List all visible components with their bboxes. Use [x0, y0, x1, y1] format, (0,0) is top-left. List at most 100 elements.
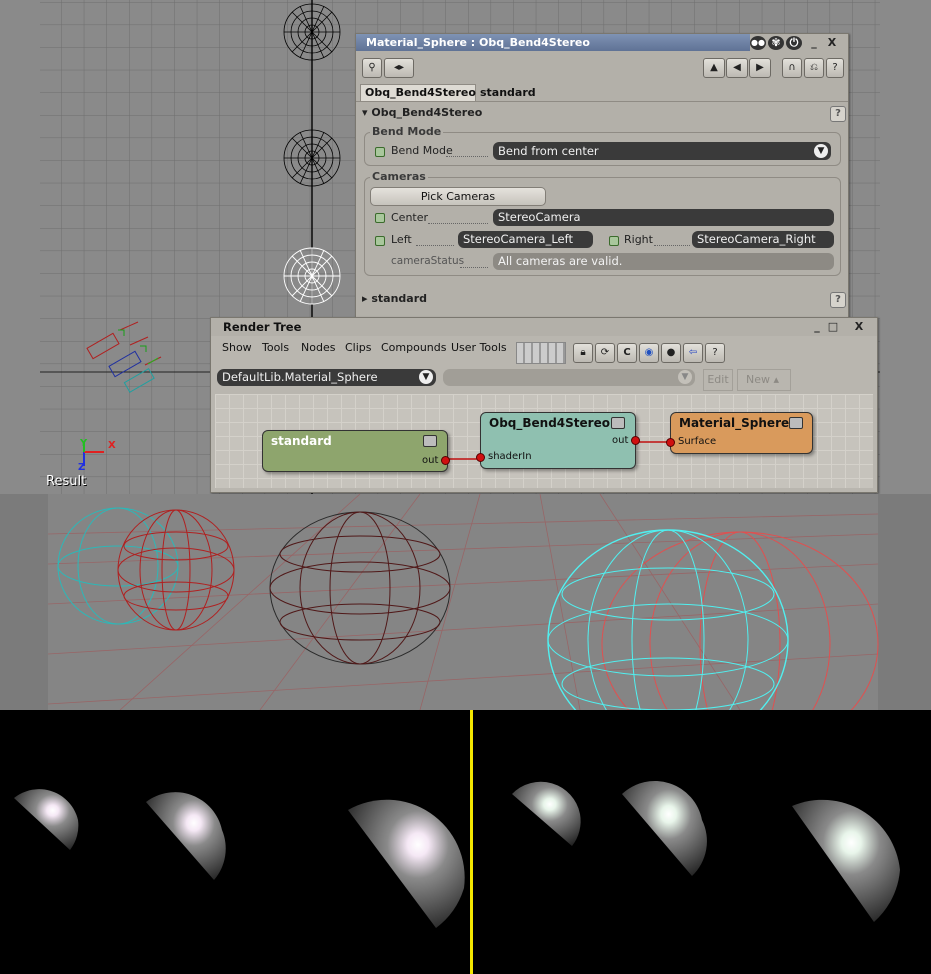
up-arrow-icon[interactable]: ▲: [703, 58, 725, 78]
render-sphere-3: [348, 799, 465, 928]
bend-mode-label: Bend Mode: [391, 144, 453, 157]
render-tree-title: Render Tree: [223, 320, 302, 334]
render-sphere-2: [622, 780, 707, 876]
menu-user-tools[interactable]: User Tools: [451, 341, 507, 354]
library-value: DefaultLib.Material_Sphere: [222, 370, 378, 384]
right-leader: [654, 244, 690, 246]
left-arrow-icon[interactable]: ◀: [726, 58, 748, 78]
node-bend-out-label: out: [612, 435, 629, 446]
help-icon[interactable]: ?: [826, 58, 844, 78]
node-standard-out-label: out: [422, 455, 439, 466]
center-label: Center: [391, 211, 429, 224]
node-bend-title: Obq_Bend4Stereo: [489, 416, 610, 430]
node-standard-out-port[interactable]: [441, 456, 450, 465]
close-icon[interactable]: X: [824, 36, 840, 50]
render-tree-canvas[interactable]: standard out Obq_Bend4Stereo out shaderI…: [215, 394, 873, 488]
node-collapse-icon[interactable]: [423, 435, 437, 447]
render-sphere-1: [14, 789, 79, 850]
left-leader: [416, 244, 454, 246]
minimize-icon[interactable]: _: [809, 320, 825, 334]
revert-icon[interactable]: ⎌: [804, 58, 824, 78]
compound-icon[interactable]: C: [617, 343, 637, 363]
bend-mode-dropdown[interactable]: Bend from center ▼: [493, 142, 831, 160]
minimize-icon[interactable]: _: [806, 36, 822, 50]
swirl-icon[interactable]: ✾: [768, 36, 784, 50]
back-forward-icon[interactable]: ◂▸: [384, 58, 414, 78]
render-tree-titlebar: Render Tree _ □ X: [211, 318, 877, 336]
lock-icon[interactable]: 🔒︎: [573, 343, 593, 363]
node-material-in-label: Surface: [678, 436, 717, 447]
lock-icon[interactable]: ⏻: [786, 36, 802, 50]
node-bend-in-port[interactable]: [476, 453, 485, 462]
node-obq-bend4stereo[interactable]: Obq_Bend4Stereo out shaderIn: [476, 412, 640, 469]
timeline-icon[interactable]: [516, 342, 566, 364]
tab-obq-bend4stereo[interactable]: Obq_Bend4Stereo: [360, 84, 476, 101]
close-icon[interactable]: X: [851, 320, 867, 334]
node-bend-in-label: shaderIn: [488, 451, 532, 462]
material-selector-disabled[interactable]: ▼: [443, 369, 695, 386]
menu-tools[interactable]: Tools: [262, 341, 289, 354]
node-material-sphere[interactable]: Material_Sphere Surface: [666, 412, 813, 454]
left-camera-field[interactable]: StereoCamera_Left: [458, 231, 593, 248]
refresh-icon[interactable]: ⟳: [595, 343, 615, 363]
right-arrow-icon[interactable]: ▶: [749, 58, 771, 78]
standard-help-icon[interactable]: ?: [830, 292, 846, 308]
title-buttons: ●● ✾ ⏻ _ X: [750, 34, 848, 51]
right-camera-field[interactable]: StereoCamera_Right: [692, 231, 834, 248]
center-camera-field[interactable]: StereoCamera: [493, 209, 834, 226]
center-animation-icon[interactable]: [375, 213, 385, 223]
node-collapse-icon[interactable]: [789, 417, 803, 429]
edit-button[interactable]: Edit: [703, 369, 733, 391]
library-dropdown[interactable]: DefaultLib.Material_Sphere ▼: [217, 369, 436, 386]
section-toggle-standard[interactable]: ▸ standard: [362, 292, 427, 305]
stereo-split-line: [470, 710, 473, 974]
node-bend-out-port[interactable]: [631, 436, 640, 445]
perspective-viewport[interactable]: [0, 494, 931, 710]
section-standard-label: standard: [371, 292, 428, 305]
menu-nodes[interactable]: Nodes: [301, 341, 335, 354]
status-leader: [460, 266, 488, 268]
center-leader: [428, 222, 488, 224]
new-label: New: [746, 373, 770, 386]
new-button[interactable]: New ▴: [737, 369, 791, 391]
node-collapse-icon[interactable]: [611, 417, 625, 429]
node-standard[interactable]: standard out: [262, 430, 450, 472]
right-animation-icon[interactable]: [609, 236, 619, 246]
property-editor-title: Material_Sphere : Obq_Bend4Stereo: [356, 34, 750, 51]
menu-show[interactable]: Show: [222, 341, 252, 354]
back-arrow-icon[interactable]: ⇦: [683, 343, 703, 363]
property-editor-panel[interactable]: Material_Sphere : Obq_Bend4Stereo ●● ✾ ⏻…: [355, 33, 849, 318]
render-right-spheres: [512, 780, 900, 922]
camera-status-label: cameraStatus: [391, 255, 465, 267]
chevron-down-icon: ▼: [814, 144, 828, 158]
axis-x-label: X: [108, 440, 116, 451]
eye-icon[interactable]: ●●: [750, 36, 766, 50]
section-shader-label: Obq_Bend4Stereo: [371, 106, 483, 119]
preview-sphere-icon[interactable]: ●: [661, 343, 681, 363]
tab-divider: [356, 101, 848, 102]
node-standard-title: standard: [271, 434, 332, 448]
axis-z-label: Z: [78, 462, 86, 473]
preset-icon[interactable]: ⚲: [362, 58, 382, 78]
section-help-icon[interactable]: ?: [830, 106, 846, 122]
axis-y-label: Y: [80, 438, 88, 449]
chevron-down-icon: ▼: [678, 370, 692, 384]
sphere-top-3-selected: [283, 247, 341, 305]
render-tree-panel[interactable]: Render Tree _ □ X Show Tools Nodes Clips…: [210, 317, 878, 493]
viewport-result-label: Result: [46, 474, 87, 489]
bend-mode-animation-icon[interactable]: [375, 147, 385, 157]
pick-cameras-button[interactable]: Pick Cameras: [370, 187, 546, 206]
render-sphere-2: [146, 792, 226, 880]
section-toggle-shader[interactable]: ▾ Obq_Bend4Stereo: [362, 106, 482, 119]
tab-standard[interactable]: standard: [480, 85, 536, 101]
menu-clips[interactable]: Clips: [345, 341, 372, 354]
help-icon[interactable]: ?: [705, 343, 725, 363]
maximize-icon[interactable]: □: [825, 320, 841, 334]
magnet-icon[interactable]: ∩: [782, 58, 802, 78]
bend-mode-value: Bend from center: [498, 144, 599, 158]
node-material-in-port[interactable]: [666, 438, 675, 447]
left-animation-icon[interactable]: [375, 236, 385, 246]
render-view-left: [0, 710, 470, 974]
menu-compounds[interactable]: Compounds: [381, 341, 447, 354]
globe-icon[interactable]: ◉: [639, 343, 659, 363]
